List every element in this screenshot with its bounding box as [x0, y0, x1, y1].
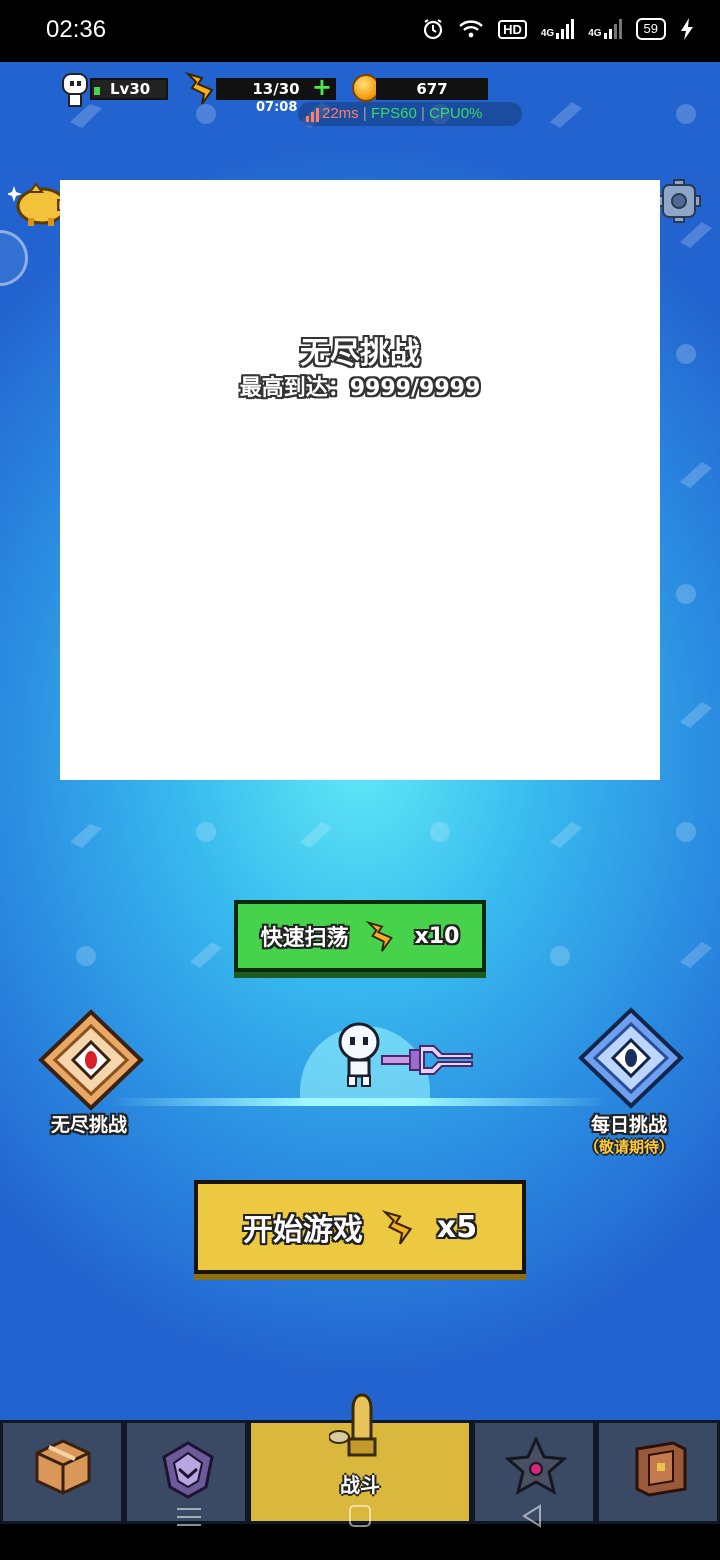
- best-record: 最高到达：9999/9999: [239, 376, 481, 401]
- trident-weapon-icon: [381, 1045, 473, 1075]
- start-game-label: 开始游戏: [242, 1213, 363, 1248]
- energy-bolt-icon: [381, 1210, 413, 1245]
- daily-challenge-coming-soon: （敬请期待）: [583, 1138, 674, 1156]
- fps-value: FPS60: [370, 105, 417, 122]
- network-4g-label: 4G: [540, 28, 555, 39]
- start-game-cost: x5: [436, 1209, 478, 1245]
- battery-level: 59: [635, 18, 666, 40]
- energy-bolt-icon: [184, 71, 214, 105]
- latency-value: 22ms: [322, 105, 359, 122]
- signal-4g-2: 4G: [588, 19, 622, 39]
- separator: |: [362, 105, 367, 122]
- hero-character: [338, 1022, 380, 1087]
- quick-sweep-button[interactable]: 快速扫荡 x10: [234, 900, 486, 972]
- energy-counter: 13/30 +: [216, 75, 336, 100]
- back-icon[interactable]: [520, 1504, 544, 1528]
- bullet-icon: [329, 1393, 377, 1457]
- charging-icon: [681, 18, 693, 40]
- nav-background: [0, 1524, 720, 1560]
- quick-sweep-label: 快速扫荡: [260, 926, 349, 951]
- start-game-button[interactable]: 开始游戏 x5: [194, 1180, 526, 1274]
- clock: 02:36: [46, 16, 107, 43]
- energy-timer: 07:08: [256, 100, 298, 115]
- alarm-icon: [423, 19, 443, 40]
- coin-counter: 677: [376, 78, 488, 100]
- level-label: Lv30: [110, 80, 151, 98]
- level-progress: [94, 87, 100, 95]
- challenge-info-panel: 无尽挑战 最高到达：9999/9999: [60, 180, 660, 780]
- energy-bolt-icon: [365, 920, 393, 952]
- endless-challenge-label: 无尽挑战: [50, 1114, 127, 1136]
- quick-sweep-cost: x10: [414, 923, 460, 949]
- wifi-icon: [459, 20, 483, 38]
- signal-icon: [556, 19, 575, 39]
- hd-badge: HD: [498, 19, 527, 39]
- level-bar: Lv30: [90, 78, 168, 100]
- system-navigation-bar: [0, 1472, 720, 1560]
- top-hud: Lv30 13/30 + 07:08 677 22ms | FPS60 | CP…: [0, 68, 720, 128]
- separator: |: [420, 105, 425, 122]
- performance-overlay: 22ms | FPS60 | CPU0%: [298, 102, 522, 126]
- stage-floor-glow: [110, 1098, 610, 1106]
- daily-challenge-label: 每日挑战: [590, 1114, 667, 1136]
- player-avatar-icon[interactable]: [60, 72, 90, 108]
- signal-4g-1: 4G: [540, 19, 575, 39]
- daily-challenge-icon[interactable]: [576, 1006, 686, 1110]
- menu-icon[interactable]: [176, 1506, 202, 1528]
- add-energy-button[interactable]: +: [312, 75, 332, 99]
- endless-challenge-icon[interactable]: [36, 1008, 146, 1112]
- cpu-value: CPU0%: [429, 105, 483, 122]
- status-icons: HD 4G 4G 59: [422, 18, 694, 40]
- home-icon[interactable]: [348, 1504, 372, 1528]
- settings-gear-icon[interactable]: [656, 178, 702, 224]
- latency-signal-icon: [306, 108, 319, 122]
- energy-value: 13/30: [252, 80, 300, 98]
- panel-title: 无尽挑战: [300, 336, 420, 371]
- status-bar: 02:36 HD 4G 4G 59: [0, 0, 720, 62]
- network-4g-label: 4G: [588, 28, 602, 39]
- signal-icon: [603, 19, 622, 39]
